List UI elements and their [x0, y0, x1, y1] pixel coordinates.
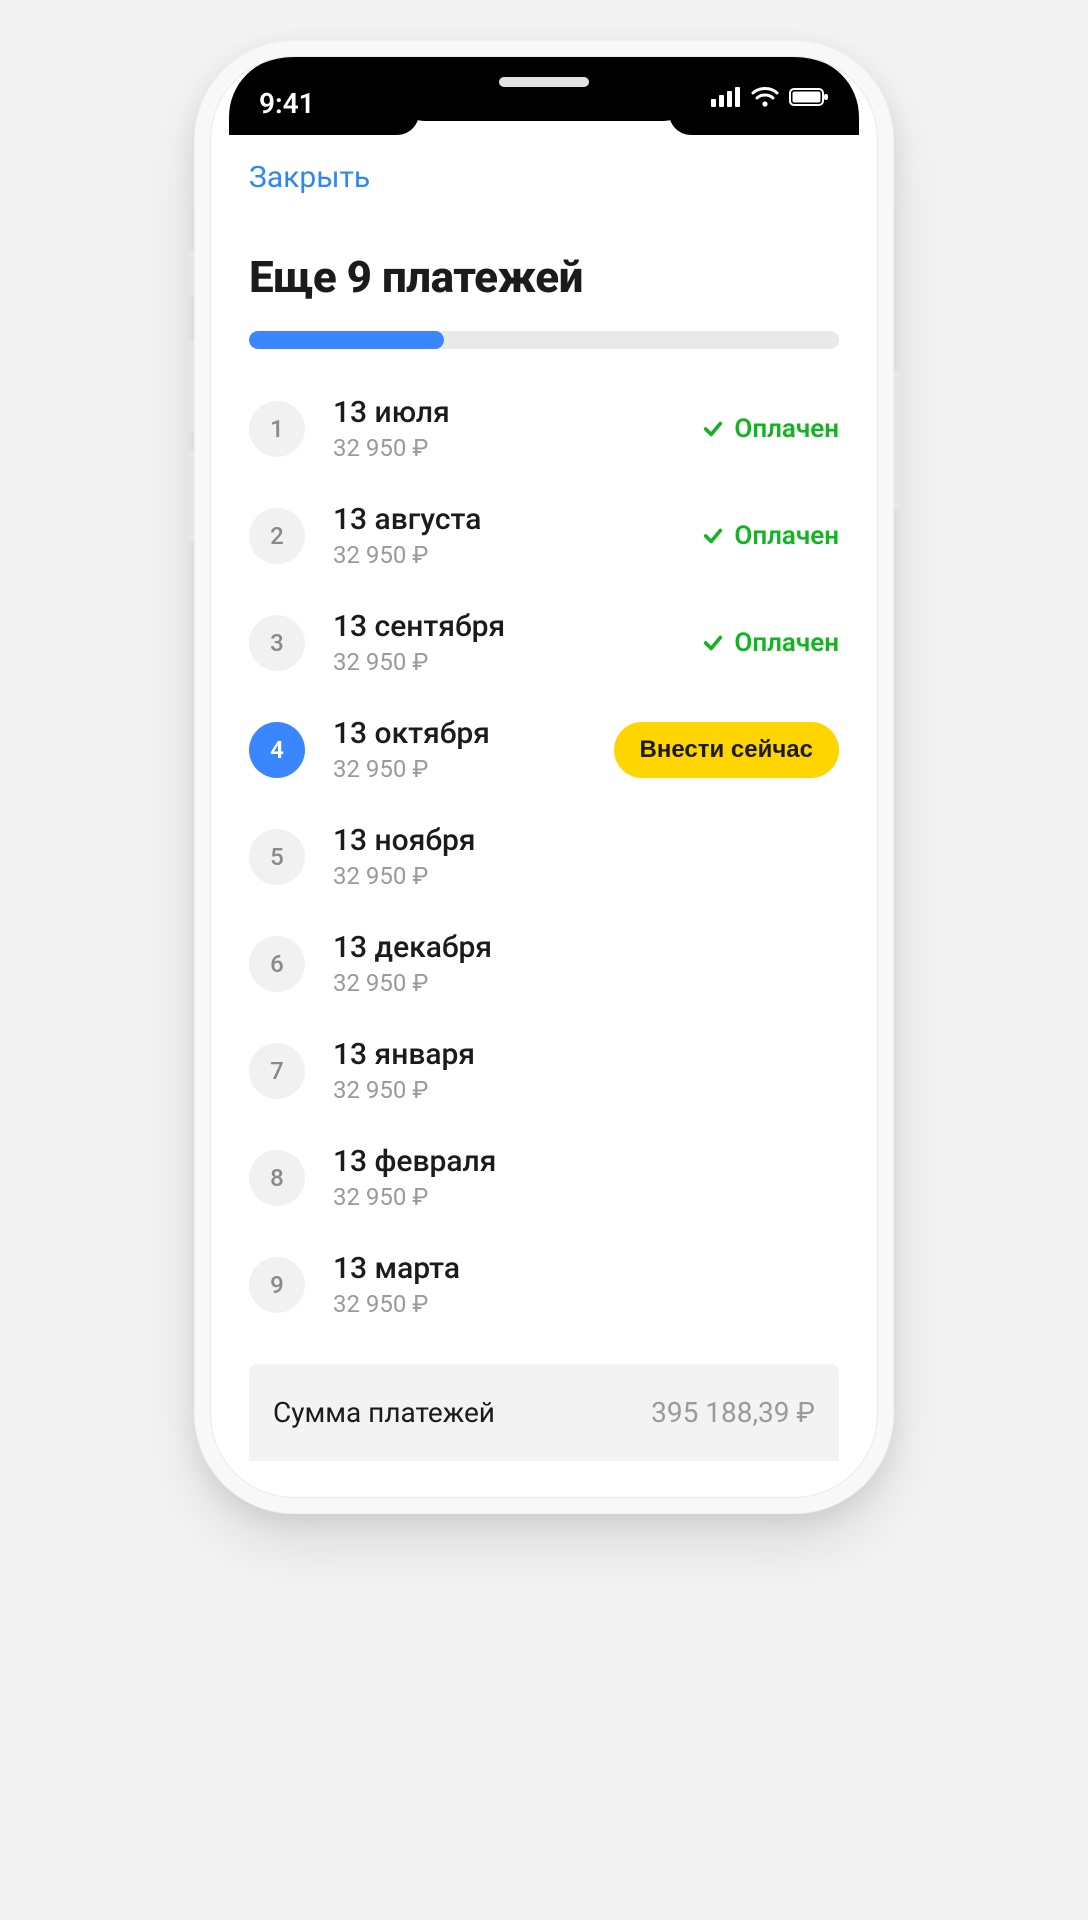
payment-number: 1: [249, 401, 305, 457]
total-row: Сумма платежей 395 188,39 ₽: [249, 1364, 839, 1461]
payment-row: 8 13 февраля 32 950 ₽: [249, 1124, 839, 1231]
page-title: Еще 9 платежей: [211, 211, 877, 331]
payment-number: 4: [249, 722, 305, 778]
payment-row: 4 13 октября 32 950 ₽ Внести сейчас: [249, 696, 839, 803]
payment-date: 13 сентября: [333, 609, 674, 644]
payment-info: 13 февраля 32 950 ₽: [333, 1144, 839, 1211]
payment-info: 13 января 32 950 ₽: [333, 1037, 839, 1104]
phone-frame: 9:41 Закрыть Еще 9 платежей 1: [194, 40, 894, 1514]
payment-info: 13 сентября 32 950 ₽: [333, 609, 674, 676]
payment-row: 1 13 июля 32 950 ₽ Оплачен: [249, 375, 839, 482]
payment-amount: 32 950 ₽: [333, 434, 674, 462]
payment-info: 13 марта 32 950 ₽: [333, 1251, 839, 1318]
payment-number: 8: [249, 1150, 305, 1206]
payment-amount: 32 950 ₽: [333, 969, 839, 997]
cellular-icon: [711, 87, 741, 107]
payment-amount: 32 950 ₽: [333, 648, 674, 676]
payment-amount: 32 950 ₽: [333, 1290, 839, 1318]
total-amount: 395 188,39 ₽: [651, 1396, 815, 1429]
payment-date: 13 ноября: [333, 823, 839, 858]
payment-row: 7 13 января 32 950 ₽: [249, 1017, 839, 1124]
payment-number: 5: [249, 829, 305, 885]
payment-number: 6: [249, 936, 305, 992]
battery-icon: [789, 87, 829, 107]
payment-amount: 32 950 ₽: [333, 541, 674, 569]
payment-info: 13 августа 32 950 ₽: [333, 502, 674, 569]
payment-date: 13 декабря: [333, 930, 839, 965]
payment-date: 13 февраля: [333, 1144, 839, 1179]
status-paid: Оплачен: [702, 414, 839, 444]
payment-amount: 32 950 ₽: [333, 862, 839, 890]
payment-date: 13 октября: [333, 716, 586, 751]
payment-row: 5 13 ноября 32 950 ₽: [249, 803, 839, 910]
check-icon: [702, 525, 724, 547]
payment-date: 13 августа: [333, 502, 674, 537]
payment-date: 13 января: [333, 1037, 839, 1072]
check-icon: [702, 632, 724, 654]
status-paid-label: Оплачен: [734, 414, 839, 444]
phone-side-button: [894, 370, 900, 510]
total-label: Сумма платежей: [273, 1396, 495, 1429]
payment-number: 3: [249, 615, 305, 671]
payment-number: 9: [249, 1257, 305, 1313]
status-time: 9:41: [259, 87, 439, 120]
payment-info: 13 июля 32 950 ₽: [333, 395, 674, 462]
status-paid: Оплачен: [702, 521, 839, 551]
payment-row: 9 13 марта 32 950 ₽: [249, 1231, 839, 1338]
payment-row: 6 13 декабря 32 950 ₽: [249, 910, 839, 1017]
payment-amount: 32 950 ₽: [333, 755, 586, 783]
payments-list: 1 13 июля 32 950 ₽ Оплачен 2 13 августа 32 950…: [211, 375, 877, 1338]
payment-amount: 32 950 ₽: [333, 1183, 839, 1211]
payment-number: 7: [249, 1043, 305, 1099]
phone-side-button: [188, 250, 194, 296]
progress-fill: [249, 331, 444, 349]
status-paid-label: Оплачен: [734, 521, 839, 551]
progress-bar: [249, 331, 839, 349]
payment-amount: 32 950 ₽: [333, 1076, 839, 1104]
status-bar: 9:41: [211, 57, 877, 143]
status-paid: Оплачен: [702, 628, 839, 658]
pay-now-button[interactable]: Внести сейчас: [614, 722, 839, 778]
phone-speaker: [499, 77, 589, 87]
payment-info: 13 ноября 32 950 ₽: [333, 823, 839, 890]
payment-row: 2 13 августа 32 950 ₽ Оплачен: [249, 482, 839, 589]
payment-info: 13 декабря 32 950 ₽: [333, 930, 839, 997]
check-icon: [702, 418, 724, 440]
payment-info: 13 октября 32 950 ₽: [333, 716, 586, 783]
payment-date: 13 марта: [333, 1251, 839, 1286]
payment-number: 2: [249, 508, 305, 564]
wifi-icon: [751, 87, 779, 107]
status-paid-label: Оплачен: [734, 628, 839, 658]
payment-date: 13 июля: [333, 395, 674, 430]
close-button[interactable]: Закрыть: [249, 160, 370, 195]
phone-side-button: [188, 340, 194, 432]
payment-row: 3 13 сентября 32 950 ₽ Оплачен: [249, 589, 839, 696]
phone-side-button: [188, 450, 194, 542]
